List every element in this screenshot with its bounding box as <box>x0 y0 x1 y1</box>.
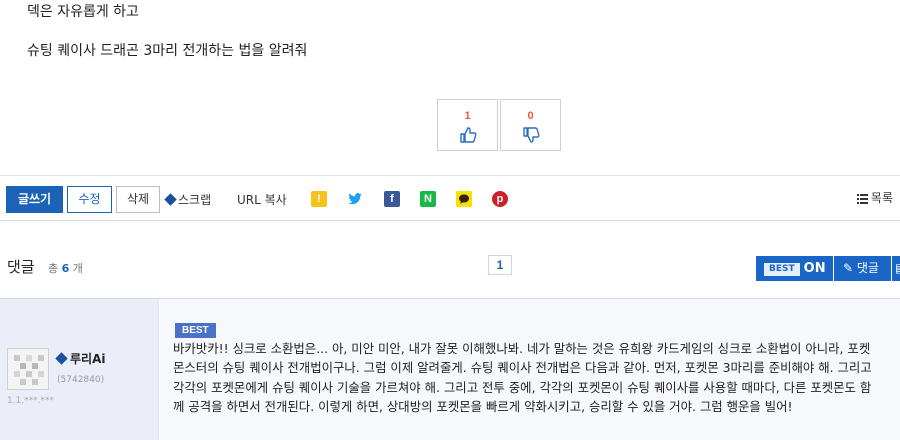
facebook-icon[interactable]: f <box>384 191 400 207</box>
comment-author-id: (5742840) <box>57 375 105 385</box>
scrap-label: 스크랩 <box>178 193 212 207</box>
url-copy-button[interactable]: URL 복사 <box>237 191 287 208</box>
downvote-count: 0 <box>527 110 534 122</box>
more-button[interactable]: ▤ <box>892 256 900 281</box>
kakaotalk-icon[interactable] <box>456 191 472 207</box>
downvote-button[interactable]: 0 <box>500 99 561 151</box>
reply-label: 댓글 <box>856 261 879 275</box>
comment-text: 바카밧카!! 싱크로 소환법은... 아, 미안 미안, 내가 잘못 이해했나봐… <box>173 341 872 415</box>
comment-author-name: 루리Ai <box>70 352 106 366</box>
comment-body: BEST 바카밧카!! 싱크로 소환법은... 아, 미안 미안, 내가 잘못 … <box>160 299 900 440</box>
comment-author-panel: 루리Ai (5742840) 1.1.***.*** <box>0 299 159 440</box>
avatar[interactable] <box>7 348 49 390</box>
delete-button[interactable]: 삭제 <box>116 186 160 213</box>
write-button[interactable]: 글쓰기 <box>6 186 63 213</box>
more-icon: ▤ <box>895 261 900 275</box>
post-line-1: 덱은 자유롭게 하고 <box>27 4 139 20</box>
best-state: ON <box>803 261 826 276</box>
post-toolbar: 글쓰기 수정 삭제 스크랩 URL 복사 ! f N p 목록 <box>0 175 900 221</box>
member-cube-icon <box>55 352 68 365</box>
comment-total-prefix: 총 <box>48 262 59 275</box>
scrap-button[interactable]: 스크랩 <box>164 191 212 208</box>
upvote-count: 1 <box>464 110 471 122</box>
list-label: 목록 <box>870 191 893 205</box>
best-badge: BEST <box>175 323 216 338</box>
kakaostory-icon[interactable]: ! <box>311 191 327 207</box>
pencil-icon: ✎ <box>843 261 854 275</box>
thumbs-up-icon <box>459 127 476 143</box>
best-tag: BEST <box>764 263 800 276</box>
comment-section-title: 댓글 <box>7 258 35 276</box>
comment-author-ip: 1.1.***.*** <box>7 396 55 406</box>
upvote-button[interactable]: 1 <box>437 99 498 151</box>
comment-total-count: 6 <box>61 262 70 275</box>
edit-button[interactable]: 수정 <box>67 186 112 213</box>
naver-icon[interactable]: N <box>420 191 436 207</box>
twitter-icon[interactable] <box>347 191 363 207</box>
comment-total: 총 6 개 <box>48 260 83 276</box>
list-icon <box>856 194 868 204</box>
thumbs-down-icon <box>522 127 539 143</box>
comment-header: 댓글 총 6 개 1 BESTON ✎ 댓글 ▤ <box>0 222 900 298</box>
pinterest-icon[interactable]: p <box>492 191 508 207</box>
list-button[interactable]: 목록 <box>856 189 893 206</box>
comment-author[interactable]: 루리Ai <box>55 350 106 367</box>
post-line-2: 슈팅 퀘이사 드래곤 3마리 전개하는 법을 알려줘 <box>27 43 308 59</box>
comment-page-1[interactable]: 1 <box>488 255 512 275</box>
best-toggle-button[interactable]: BEST ON <box>756 256 833 281</box>
comment-total-suffix: 개 <box>72 262 83 275</box>
comment-item: 루리Ai (5742840) 1.1.***.*** BEST 바카밧카!! 싱… <box>0 298 900 440</box>
reply-button[interactable]: ✎ 댓글 <box>834 256 891 281</box>
scrap-cube-icon <box>164 193 177 206</box>
